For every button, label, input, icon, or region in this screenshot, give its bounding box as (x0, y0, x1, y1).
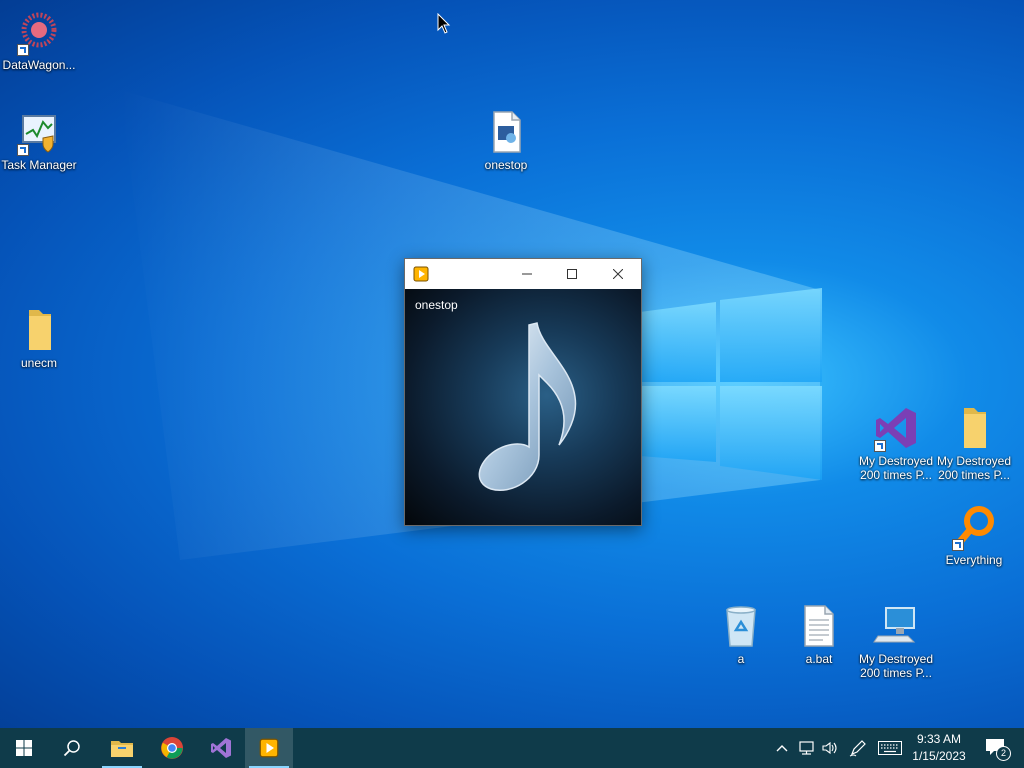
clock-date: 1/15/2023 (912, 749, 966, 763)
desktop-icon-label: a (737, 652, 745, 666)
pen-tray-button[interactable] (846, 728, 870, 768)
taskbar-visual-studio[interactable] (197, 728, 245, 768)
taskbar-media-player[interactable] (245, 728, 293, 768)
text-file-icon (804, 605, 834, 647)
taskbar-file-explorer[interactable] (98, 728, 146, 768)
file-explorer-icon (111, 741, 133, 757)
network-tray-button[interactable] (795, 728, 819, 768)
desktop-icon-label: Everything (945, 553, 1003, 567)
chevron-up-icon (776, 745, 788, 752)
notification-count-badge: 2 (996, 746, 1011, 761)
chrome-icon (161, 737, 183, 759)
search-icon (63, 740, 80, 757)
desktop-icon-everything[interactable]: Everything (935, 503, 1013, 567)
folder-icon (964, 408, 986, 448)
desktop[interactable]: DataWagon... Task Manager onestop unecm … (0, 0, 1024, 728)
desktop-icon-a-bat[interactable]: a.bat (780, 602, 858, 666)
taskbar: 9:33 AM 1/15/2023 2 (0, 728, 1024, 768)
media-player-app-icon (413, 266, 429, 282)
close-icon (613, 269, 623, 279)
folder-icon (29, 310, 51, 350)
desktop-icon-label: a.bat (805, 652, 833, 666)
desktop-icon-task-manager[interactable]: Task Manager (0, 108, 78, 172)
desktop-icon-label: My Destroyed 200 times P... (858, 652, 934, 680)
mouse-cursor (437, 13, 451, 34)
media-file-icon (493, 111, 521, 153)
desktop-icon-label: DataWagon... (2, 58, 76, 72)
search-button[interactable] (48, 728, 96, 768)
desktop-icon-label: My Destroyed 200 times P... (936, 454, 1012, 482)
speaker-icon (822, 741, 837, 755)
show-hidden-icons-button[interactable] (772, 728, 792, 768)
minimize-button[interactable] (504, 259, 550, 289)
minimize-icon (522, 273, 532, 275)
network-icon (799, 741, 814, 755)
maximize-icon (567, 269, 577, 279)
taskbar-clock[interactable]: 9:33 AM 1/15/2023 (905, 731, 973, 765)
media-player-icon (259, 738, 279, 758)
visual-studio-icon (211, 738, 231, 758)
music-note-icon (478, 322, 577, 491)
desktop-icon-label: Task Manager (1, 158, 77, 172)
media-player-window[interactable]: onestop (404, 258, 642, 526)
pen-icon (849, 740, 866, 757)
desktop-icon-datawagon[interactable]: DataWagon... (0, 8, 78, 72)
maximize-button[interactable] (549, 259, 595, 289)
shortcut-arrow-icon (17, 44, 29, 56)
windows-logo-icon (16, 740, 32, 756)
desktop-icon-this-pc[interactable]: My Destroyed 200 times P... (857, 602, 935, 680)
media-display-area[interactable]: onestop (405, 289, 641, 525)
desktop-icon-label: My Destroyed 200 times P... (858, 454, 934, 482)
desktop-icon-recycle-bin[interactable]: a (702, 602, 780, 666)
clock-time: 9:33 AM (916, 732, 962, 746)
now-playing-title: onestop (415, 298, 458, 312)
computer-icon (873, 607, 916, 643)
shortcut-arrow-icon (17, 144, 29, 156)
action-center-button[interactable]: 2 (976, 728, 1016, 768)
recycle-bin-icon (726, 606, 756, 647)
shortcut-arrow-icon (952, 539, 964, 551)
desktop-icon-project-folder[interactable]: My Destroyed 200 times P... (935, 404, 1013, 482)
volume-tray-button[interactable] (819, 728, 841, 768)
desktop-icon-onestop[interactable]: onestop (467, 108, 545, 172)
touch-keyboard-button[interactable] (875, 728, 905, 768)
window-titlebar[interactable] (405, 259, 641, 289)
desktop-icon-label: onestop (484, 158, 528, 172)
desktop-icon-unecm[interactable]: unecm (0, 306, 78, 370)
desktop-icon-label: unecm (20, 356, 58, 370)
keyboard-icon (878, 741, 902, 755)
close-button[interactable] (595, 259, 641, 289)
start-button[interactable] (0, 728, 48, 768)
desktop-icon-vs-project[interactable]: My Destroyed 200 times P... (857, 404, 935, 482)
taskbar-chrome[interactable] (148, 728, 196, 768)
shortcut-arrow-icon (874, 440, 886, 452)
